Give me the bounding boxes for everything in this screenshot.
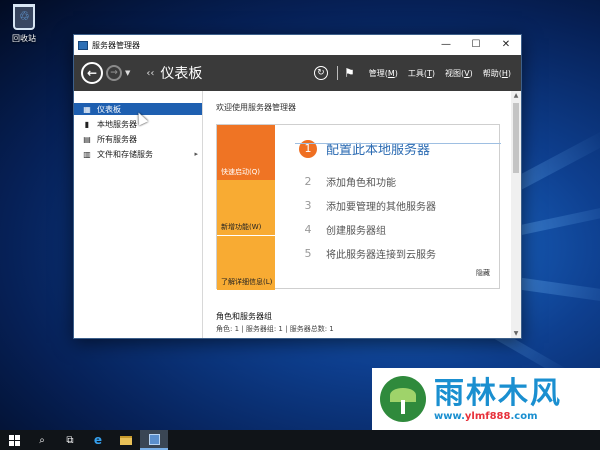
tile-whats-new[interactable]: 新增功能(W) [217,180,275,235]
taskbar-internet-explorer[interactable]: e [84,430,112,450]
watermark-logo-icon [380,376,426,422]
chevron-right-icon[interactable]: ▸ [194,150,198,158]
menu-manage[interactable]: 管理(M) [369,68,398,79]
folder-icon [120,435,132,445]
refresh-icon: ↻ [317,68,325,78]
roles-section-title: 角色和服务器组 [216,312,272,321]
menu-tools[interactable]: 工具(T) [408,68,435,79]
watermark-url: www.ylmf888.com [434,410,538,422]
sidebar-item-all-servers[interactable]: ▤ 所有服务器 [74,133,202,145]
taskbar-file-explorer[interactable] [112,430,140,450]
title-bar[interactable]: 服务器管理器 — ☐ ✕ [74,35,521,55]
storage-icon: ▥ [83,149,91,159]
server-manager-window: 服务器管理器 — ☐ ✕ ← → ▼ ‹‹ 仪表板 ↻ ⚑ 管理(M) 工具(T… [73,34,522,339]
task-label: 将此服务器连接到云服务 [326,250,436,261]
vertical-scrollbar[interactable]: ▲ ▼ [511,91,521,338]
task-connect-cloud[interactable]: 5 将此服务器连接到云服务 [299,246,499,261]
tile-quick-start[interactable]: 快速启动(Q) [217,125,275,180]
maximize-button[interactable]: ☐ [461,35,491,55]
welcome-panel: 快速启动(Q) 新增功能(W) 了解详细信息(L) 1 配置此本地服务器 2 添… [216,124,501,290]
back-arrow-icon: ← [86,66,98,80]
taskbar-server-manager[interactable] [140,430,168,450]
welcome-heading: 欢迎使用服务器管理器 [216,103,296,112]
task-add-roles[interactable]: 2 添加角色和功能 [299,174,499,189]
step-number: 5 [304,247,312,260]
hide-link[interactable]: 隐藏 [476,268,490,278]
internet-explorer-icon: e [93,433,103,447]
panel-divider [295,143,501,144]
server-icon: ▮ [84,119,90,129]
sidebar-item-label: 仪表板 [97,104,121,114]
breadcrumb: 仪表板 [160,66,203,82]
toolbar: ← → ▼ ‹‹ 仪表板 ↻ ⚑ 管理(M) 工具(T) 视图(V) 帮助(H) [74,55,521,91]
minimize-button[interactable]: — [431,35,461,55]
watermark: 雨林木风 www.ylmf888.com [372,368,600,430]
task-view-icon: ⧉ [66,434,74,446]
task-label: 添加要管理的其他服务器 [326,202,436,213]
step-number: 3 [304,199,312,212]
welcome-tiles: 快速启动(Q) 新增功能(W) 了解详细信息(L) [217,125,275,290]
history-dropdown-icon[interactable]: ▼ [125,69,130,77]
search-icon: ⌕ [39,434,45,446]
sidebar-item-label: 所有服务器 [97,134,137,144]
step-number: 2 [304,175,312,188]
search-button[interactable]: ⌕ [28,430,56,450]
server-manager-app-icon [78,40,88,50]
back-button[interactable]: ← [81,62,103,84]
window-title: 服务器管理器 [92,40,140,50]
forward-button[interactable]: → [106,65,122,81]
sidebar-item-label: 文件和存储服务 [97,149,153,159]
start-button[interactable] [0,430,28,450]
task-view-button[interactable]: ⧉ [56,430,84,450]
breadcrumb-separator: ‹‹ [146,67,155,79]
scroll-down-icon[interactable]: ▼ [511,330,521,337]
toolbar-divider [336,66,338,80]
scroll-up-icon[interactable]: ▲ [511,92,521,99]
recycle-bin[interactable]: 回收站 [6,4,42,44]
recycle-bin-icon [13,4,35,30]
menu-help[interactable]: 帮助(H) [483,68,511,79]
notifications-flag-icon[interactable]: ⚑ [344,66,355,80]
task-list: 1 配置此本地服务器 2 添加角色和功能 3 添加要管理的其他服务器 4 创建服… [275,125,499,288]
menu-view[interactable]: 视图(V) [445,68,473,79]
task-configure-local-server[interactable]: 1 配置此本地服务器 [299,139,499,158]
dashboard-content: 欢迎使用服务器管理器 快速启动(Q) 新增功能(W) 了解详细信息(L) 1 配… [204,91,511,338]
task-label: 配置此本地服务器 [326,143,431,158]
step-number: 4 [304,223,312,236]
task-create-server-group[interactable]: 4 创建服务器组 [299,222,499,237]
sidebar-item-file-storage[interactable]: ▥ 文件和存储服务 ▸ [74,148,202,160]
refresh-button[interactable]: ↻ [313,66,328,80]
servers-icon: ▤ [83,134,91,144]
scrollbar-thumb[interactable] [513,103,519,173]
watermark-brand: 雨林木风 [434,375,562,411]
server-manager-icon [148,433,160,445]
task-label: 创建服务器组 [326,226,386,237]
recycle-bin-label: 回收站 [12,34,36,43]
sidebar-item-label: 本地服务器 [97,119,137,129]
dashboard-icon: ▦ [83,104,91,114]
task-add-servers[interactable]: 3 添加要管理的其他服务器 [299,198,499,213]
close-button[interactable]: ✕ [491,35,521,55]
roles-summary: 角色: 1 | 服务器组: 1 | 服务器总数: 1 [216,325,334,333]
taskbar: ⌕ ⧉ e [0,430,600,450]
windows-logo-icon [8,434,20,446]
sidebar: ▦ 仪表板 ▮ 本地服务器 ▤ 所有服务器 ▥ 文件和存储服务 ▸ [74,91,203,338]
forward-arrow-icon: → [110,68,118,78]
tile-learn-more[interactable]: 了解详细信息(L) [217,235,275,290]
task-label: 添加角色和功能 [326,178,396,189]
